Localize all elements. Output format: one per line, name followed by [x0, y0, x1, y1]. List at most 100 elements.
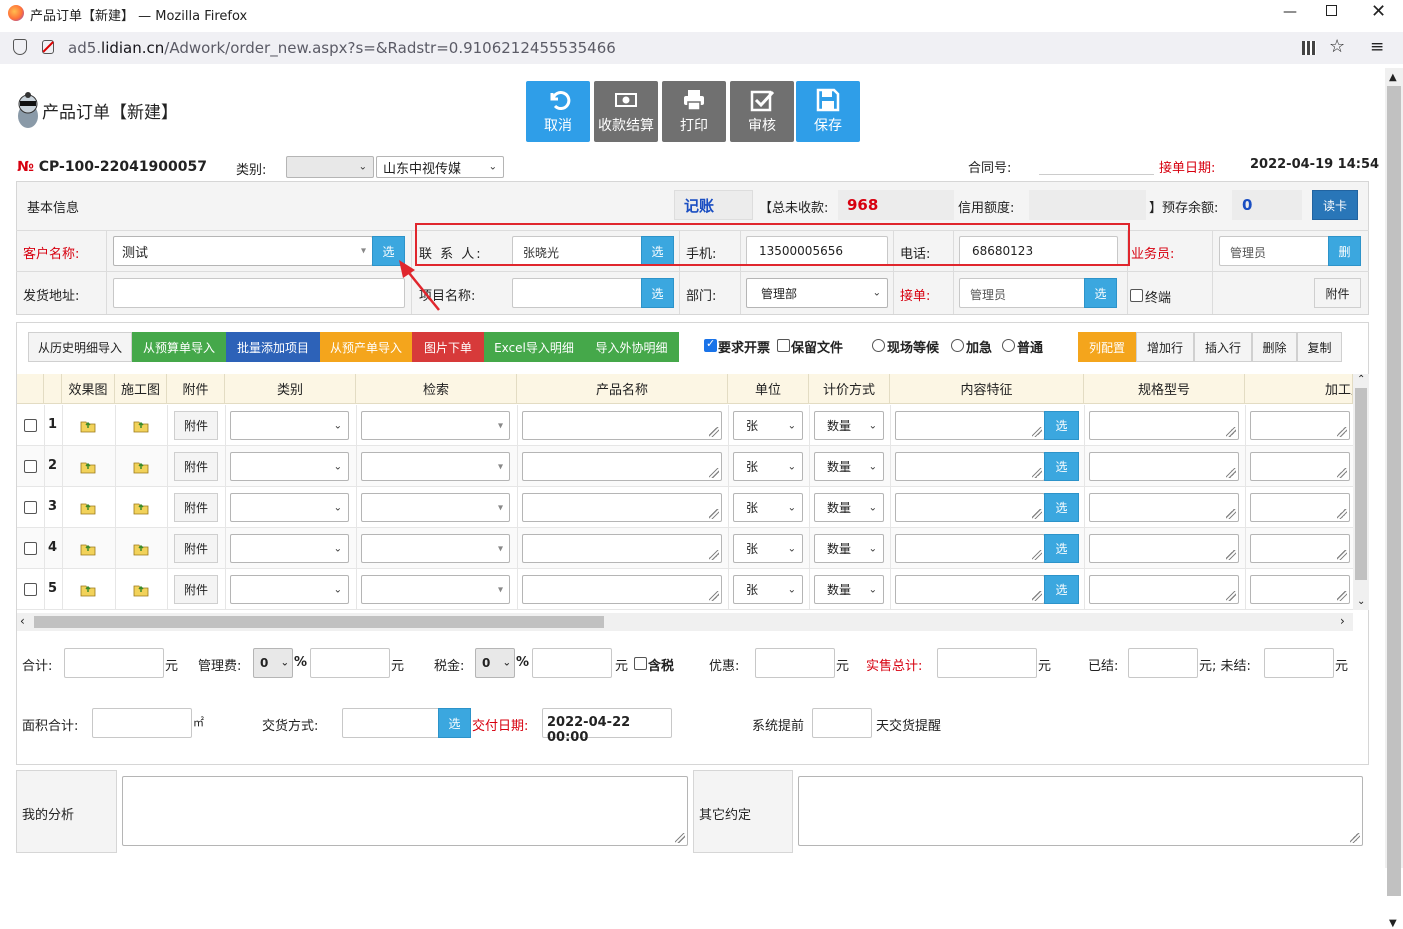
sum-input[interactable] — [64, 648, 164, 678]
sales-total-input[interactable] — [937, 648, 1037, 678]
row-checkbox[interactable] — [24, 419, 37, 432]
read-card-button[interactable]: 读卡 — [1312, 190, 1358, 220]
table-vscroll-thumb[interactable] — [1355, 388, 1367, 580]
row-spec-input[interactable] — [1089, 452, 1239, 481]
row-pricing-select[interactable]: 数量 ⌄ — [814, 411, 884, 440]
shield-icon[interactable] — [13, 39, 27, 55]
row-checkbox[interactable] — [24, 460, 37, 473]
preproduce-import-button[interactable]: 从预产单导入 — [320, 332, 412, 362]
mgmt-select[interactable]: 0 ⌄ — [253, 648, 293, 678]
upload-folder-icon[interactable] — [133, 501, 149, 515]
row-unit-select[interactable]: 张 ⌄ — [733, 534, 803, 563]
row-product-name-input[interactable] — [522, 534, 722, 563]
row-unit-select[interactable]: 张 ⌄ — [733, 411, 803, 440]
terminal-checkbox[interactable] — [1130, 289, 1143, 302]
row-attachment-button[interactable]: 附件 — [174, 411, 218, 440]
excel-import-button[interactable]: Excel导入明细 — [484, 332, 584, 362]
tax-input[interactable] — [532, 648, 612, 678]
insert-row-button[interactable]: 插入行 — [1194, 332, 1252, 362]
row-category-select[interactable]: ⌄ — [230, 534, 349, 563]
credit-field[interactable] — [1029, 190, 1146, 220]
row-content-select-button[interactable]: 选 — [1044, 493, 1079, 522]
close-icon[interactable]: ✕ — [1371, 1, 1386, 22]
category-select[interactable]: ⌄ — [286, 156, 374, 178]
row-content-input[interactable] — [895, 575, 1045, 604]
company-select[interactable]: 山东中视传媒 ⌄ — [376, 156, 504, 178]
minimize-icon[interactable]: — — [1283, 4, 1297, 20]
row-product-name-input[interactable] — [522, 575, 722, 604]
upload-folder-icon[interactable] — [80, 583, 96, 597]
cancel-button[interactable]: 取消 — [526, 81, 590, 142]
row-search-select[interactable]: ▾ — [361, 534, 510, 563]
row-unit-select[interactable]: 张 ⌄ — [733, 452, 803, 481]
delivery-select-button[interactable]: 选 — [438, 708, 471, 738]
lock-icon[interactable] — [42, 40, 54, 54]
analysis-textarea[interactable] — [122, 776, 688, 846]
salesman-delete-button[interactable]: 删 — [1328, 236, 1361, 266]
other-terms-textarea[interactable] — [798, 776, 1363, 846]
dept-select[interactable]: 管理部 ⌄ — [746, 278, 888, 308]
attachment-button[interactable]: 附件 — [1314, 278, 1361, 308]
row-pricing-select[interactable]: 数量 ⌄ — [814, 534, 884, 563]
upload-folder-icon[interactable] — [133, 542, 149, 556]
table-hscroll-thumb[interactable] — [34, 616, 604, 628]
incl-tax-checkbox[interactable] — [634, 657, 647, 670]
row-content-select-button[interactable]: 选 — [1044, 452, 1079, 481]
column-config-button[interactable]: 列配置 — [1078, 332, 1136, 362]
project-select-button[interactable]: 选 — [641, 278, 674, 308]
page-scrollbar-thumb[interactable] — [1387, 86, 1401, 896]
delete-row-button[interactable]: 删除 — [1252, 332, 1297, 362]
row-unit-select[interactable]: 张 ⌄ — [733, 575, 803, 604]
row-attachment-button[interactable]: 附件 — [174, 534, 218, 563]
taker-input[interactable]: 管理员 — [959, 278, 1087, 308]
row-content-input[interactable] — [895, 534, 1045, 563]
row-search-select[interactable]: ▾ — [361, 493, 510, 522]
mgmt-input[interactable] — [310, 648, 390, 678]
star-icon[interactable]: ☆ — [1329, 36, 1345, 57]
normal-radio[interactable] — [1002, 339, 1015, 352]
row-checkbox[interactable] — [24, 583, 37, 596]
row-factory-input[interactable] — [1250, 575, 1350, 604]
row-pricing-select[interactable]: 数量 ⌄ — [814, 575, 884, 604]
row-spec-input[interactable] — [1089, 534, 1239, 563]
discount-input[interactable] — [755, 648, 835, 678]
row-category-select[interactable]: ⌄ — [230, 575, 349, 604]
delivery-input[interactable] — [342, 708, 440, 738]
row-content-input[interactable] — [895, 411, 1045, 440]
row-category-select[interactable]: ⌄ — [230, 493, 349, 522]
menu-icon[interactable]: ≡ — [1370, 37, 1384, 57]
row-product-name-input[interactable] — [522, 493, 722, 522]
upload-folder-icon[interactable] — [80, 419, 96, 433]
delivery-date-input[interactable]: 2022-04-22 00:00 — [542, 708, 672, 745]
url-text[interactable]: ad5.lidian.cn/Adwork/order_new.aspx?s=&R… — [68, 39, 616, 57]
row-spec-input[interactable] — [1089, 575, 1239, 604]
row-search-select[interactable]: ▾ — [361, 411, 510, 440]
project-input[interactable] — [512, 278, 644, 308]
row-attachment-button[interactable]: 附件 — [174, 493, 218, 522]
upload-folder-icon[interactable] — [133, 583, 149, 597]
table-vscrollbar[interactable]: ⌃ ⌄ — [1353, 374, 1369, 610]
settled-input[interactable] — [1128, 648, 1198, 678]
tax-select[interactable]: 0 ⌄ — [475, 648, 515, 678]
row-product-name-input[interactable] — [522, 452, 722, 481]
row-spec-input[interactable] — [1089, 493, 1239, 522]
copy-row-button[interactable]: 复制 — [1297, 332, 1342, 362]
row-search-select[interactable]: ▾ — [361, 452, 510, 481]
upload-folder-icon[interactable] — [80, 542, 96, 556]
row-content-select-button[interactable]: 选 — [1044, 575, 1079, 604]
add-row-button[interactable]: 增加行 — [1136, 332, 1194, 362]
area-input[interactable] — [92, 708, 192, 738]
address-input[interactable] — [113, 278, 405, 308]
invoice-checkbox[interactable]: ✓ — [704, 337, 717, 352]
row-category-select[interactable]: ⌄ — [230, 411, 349, 440]
row-factory-input[interactable] — [1250, 493, 1350, 522]
unsettled-input[interactable] — [1264, 648, 1334, 678]
payment-button[interactable]: 收款结算 — [594, 81, 658, 142]
image-order-button[interactable]: 图片下单 — [412, 332, 484, 362]
urgent-radio[interactable] — [951, 339, 964, 352]
row-checkbox[interactable] — [24, 501, 37, 514]
contract-field[interactable] — [1039, 174, 1154, 175]
keep-file-checkbox[interactable] — [777, 339, 790, 352]
row-content-input[interactable] — [895, 493, 1045, 522]
upload-folder-icon[interactable] — [80, 460, 96, 474]
